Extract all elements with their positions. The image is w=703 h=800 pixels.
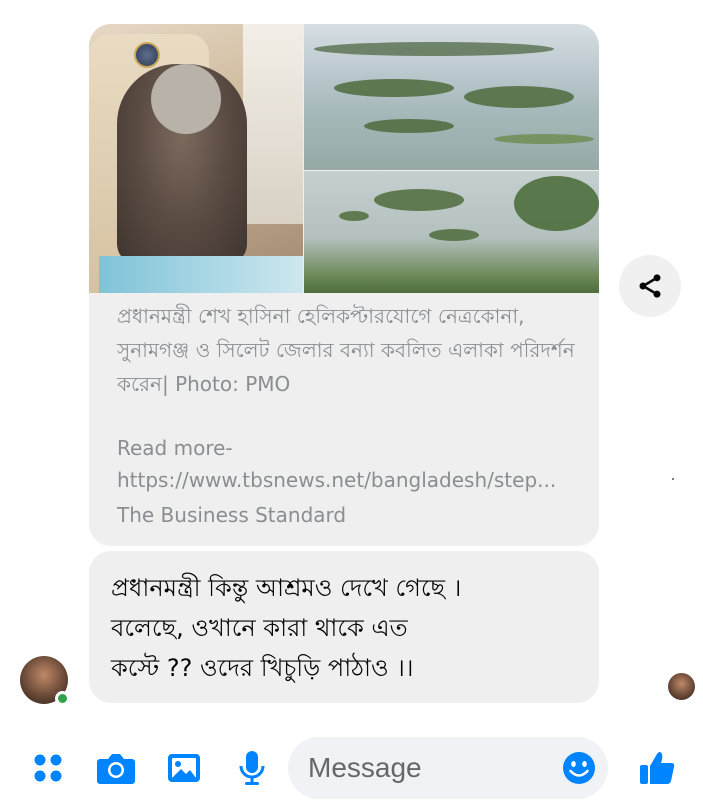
emoji-icon [563,751,595,784]
read-more-link[interactable]: https://www.tbsnews.net/bangladesh/step.… [117,464,587,496]
gallery-icon [168,753,200,782]
emoji-button[interactable] [560,735,598,800]
camera-button[interactable] [94,735,138,800]
post-caption: প্রধানমন্ত্রী শেখ হাসিনা হেলিকপ্টারযোগে … [117,304,575,396]
post-photo-flood-aerial-top [304,24,599,170]
share-button[interactable] [619,255,681,317]
seen-receipt-avatar [668,673,695,700]
online-status-dot [55,691,70,706]
sender-avatar[interactable] [20,656,70,706]
message-composer [0,735,703,800]
post-source: The Business Standard [117,503,347,527]
gallery-button[interactable] [164,735,204,800]
message-line-1: প্রধানমন্ত্রী কিন্তু আশ্রমও দেখে গেছে । [111,574,462,602]
voice-record-button[interactable] [236,735,268,800]
read-more-label: Read more- [117,436,233,460]
message-line-2: বলেছে, ওখানে কারা থাকে এত [111,614,408,642]
divider-dot [672,478,674,480]
post-photo-pm-in-helicopter [89,24,303,293]
microphone-icon [239,750,265,785]
post-photo-flood-aerial-bottom [304,171,599,293]
read-more[interactable]: Read more- https://www.tbsnews.net/bangl… [117,432,587,496]
more-actions-button[interactable] [28,735,68,800]
message-text: প্রধানমন্ত্রী কিন্তু আশ্রমও দেখে গেছে । … [111,568,581,688]
message-line-3: কস্টে ?? ওদের খিচুড়ি পাঠাও ।। [111,654,414,682]
message-bubble[interactable]: প্রধানমন্ত্রী কিন্তু আশ্রমও দেখে গেছে । … [89,551,599,703]
menu-dots-icon [34,754,62,781]
shared-link-card[interactable]: প্রধানমন্ত্রী শেখ হাসিনা হেলিকপ্টারযোগে … [89,24,599,546]
like-button[interactable] [636,735,680,800]
thumbs-up-icon [640,751,675,784]
share-icon [639,274,661,298]
camera-icon [97,753,135,784]
